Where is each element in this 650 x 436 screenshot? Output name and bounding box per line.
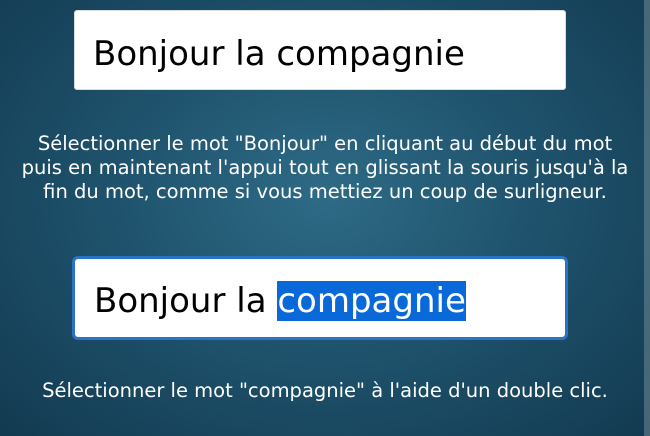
- instruction-select-bonjour: Sélectionner le mot "Bonjour" en cliquan…: [21, 132, 629, 203]
- window-edge: [644, 0, 650, 436]
- practice-text-field-2[interactable]: Bonjour la compagnie: [72, 256, 568, 340]
- practice-text-field-1[interactable]: Bonjour la compagnie: [74, 10, 566, 90]
- practice-text-field-2-selected-text: compagnie: [277, 281, 466, 321]
- instruction-double-click-compagnie: Sélectionner le mot "compagnie" à l'aide…: [42, 379, 608, 402]
- practice-text-field-2-unselected-text: Bonjour la: [94, 281, 278, 321]
- practice-text-field-1-value: Bonjour la compagnie: [93, 34, 465, 74]
